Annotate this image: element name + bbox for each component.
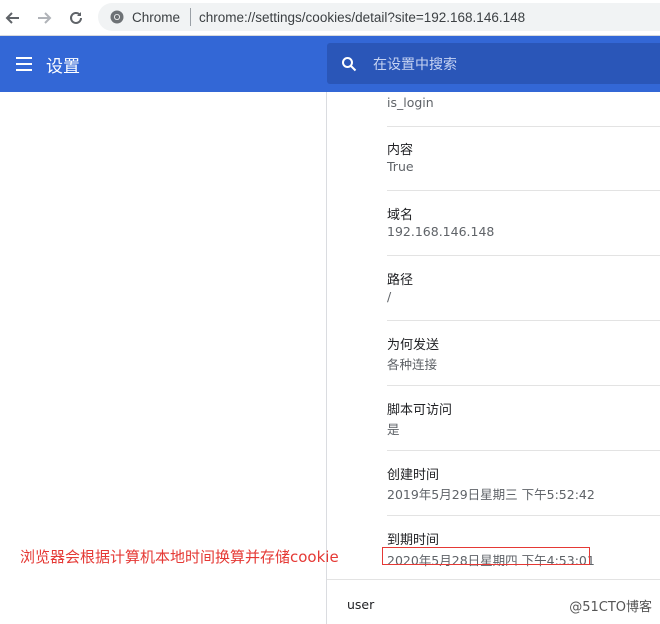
divider	[327, 579, 660, 580]
settings-search-input[interactable]: 在设置中搜索	[327, 43, 660, 84]
cookie-field-send-for: 为何发送 各种连接	[387, 321, 660, 386]
browser-toolbar: Chrome chrome://settings/cookies/detail?…	[0, 0, 660, 36]
cookie-field-domain: 域名 192.168.146.148	[387, 191, 660, 256]
chrome-logo-icon	[110, 10, 124, 24]
menu-icon[interactable]	[14, 55, 34, 73]
cookie-field-created: 创建时间 2019年5月29日星期三 下午5:52:42	[387, 451, 660, 516]
field-value: 各种连接	[387, 357, 438, 372]
cookie-field-script-access: 脚本可访问 是	[387, 386, 660, 451]
url-text[interactable]: chrome://settings/cookies/detail?site=19…	[199, 10, 525, 25]
field-value: 2019年5月29日星期三 下午5:52:42	[387, 487, 595, 502]
cookie-detail-panel: is_login 内容 True 域名 192.168.146.148 路径 /…	[326, 92, 660, 624]
field-label: 脚本可访问	[387, 403, 453, 418]
field-label: 内容	[387, 143, 414, 158]
forward-button[interactable]	[32, 6, 56, 30]
omnibox-divider	[190, 8, 192, 26]
expiry-highlight-box	[382, 547, 590, 565]
cookie-field-content: 内容 True	[387, 126, 660, 191]
search-icon	[342, 56, 357, 71]
cookie-field-path: 路径 /	[387, 256, 660, 321]
field-value: 是	[387, 422, 400, 437]
field-value: True	[387, 159, 414, 174]
field-label: 域名	[387, 208, 414, 223]
cookie-name-row	[387, 92, 660, 127]
settings-header: 设置 在设置中搜索	[0, 36, 660, 92]
site-name: Chrome	[132, 9, 181, 25]
field-label: 到期时间	[387, 533, 440, 548]
settings-left-pane	[0, 92, 326, 624]
field-label: 为何发送	[387, 338, 440, 353]
reload-button[interactable]	[64, 6, 88, 30]
field-value: /	[387, 289, 392, 304]
back-arrow-icon	[5, 12, 19, 24]
reload-icon	[70, 11, 82, 24]
field-label: 路径	[387, 273, 414, 288]
annotation-text: 浏览器会根据计算机本地时间换算并存储cookie	[20, 548, 339, 566]
next-cookie-name[interactable]: user	[347, 597, 374, 612]
watermark: @51CTO博客	[569, 600, 652, 615]
back-button[interactable]	[1, 6, 25, 30]
forward-arrow-icon	[38, 12, 52, 24]
field-label: 创建时间	[387, 468, 440, 483]
address-bar[interactable]: Chrome chrome://settings/cookies/detail?…	[98, 3, 660, 31]
search-placeholder: 在设置中搜索	[373, 56, 457, 73]
page-title: 设置	[46, 57, 80, 77]
field-value: 192.168.146.148	[387, 224, 495, 239]
